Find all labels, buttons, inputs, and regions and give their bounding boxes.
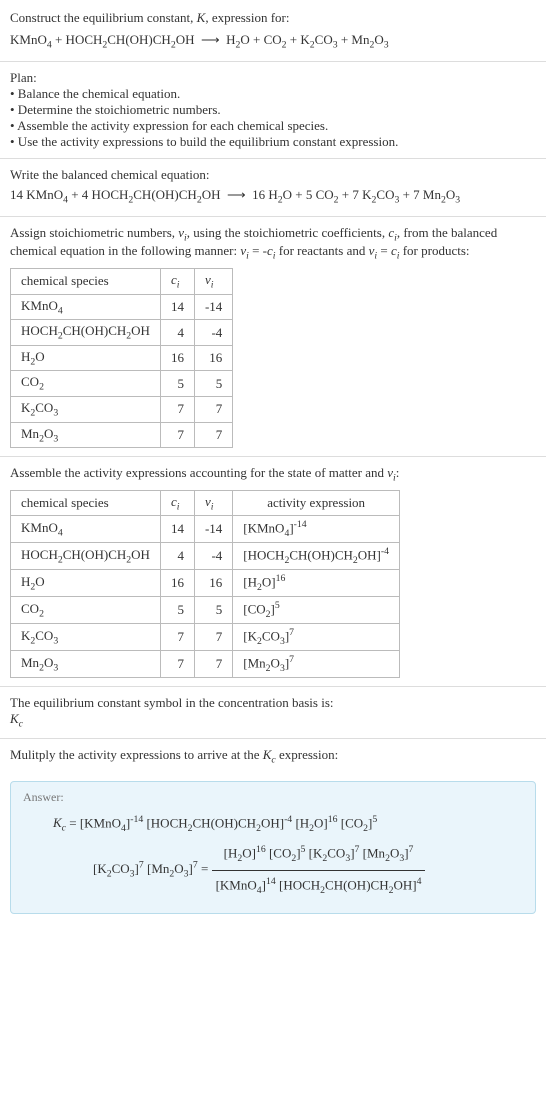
cell-activity: [KMnO4]-14 xyxy=(233,516,400,543)
table-header-row: chemical species ci νi xyxy=(11,269,233,295)
plan-bullet-2: • Determine the stoichiometric numbers. xyxy=(10,102,536,118)
cell-ci: 16 xyxy=(160,345,194,371)
cell-species: HOCH2CH(OH)CH2OH xyxy=(11,543,161,570)
cell-vi: -14 xyxy=(194,516,232,543)
cell-vi: 7 xyxy=(194,624,232,651)
cell-species: H2O xyxy=(11,345,161,371)
kc-symbol-line2: Kc xyxy=(10,711,536,730)
answer-numerator: [H2O]16 [CO2]5 [K2CO3]7 [Mn2O3]7 xyxy=(212,839,426,870)
table-row: CO255 xyxy=(11,371,233,397)
multiply-text: Mulitply the activity expressions to arr… xyxy=(10,747,536,766)
col-vi: νi xyxy=(194,269,232,295)
table-row: HOCH2CH(OH)CH2OH4-4[HOCH2CH(OH)CH2OH]-4 xyxy=(11,543,400,570)
cell-species: HOCH2CH(OH)CH2OH xyxy=(11,320,161,346)
cell-ci: 16 xyxy=(160,570,194,597)
answer-box: Answer: Kc = [KMnO4]-14 [HOCH2CH(OH)CH2O… xyxy=(10,781,536,914)
plan-section: Plan: • Balance the chemical equation. •… xyxy=(0,62,546,159)
cell-vi: 7 xyxy=(194,397,232,423)
answer-expression: Kc = [KMnO4]-14 [HOCH2CH(OH)CH2OH]-4 [H2… xyxy=(23,809,523,839)
cell-vi: 16 xyxy=(194,570,232,597)
cell-vi: 16 xyxy=(194,345,232,371)
plan-bullet-1: • Balance the chemical equation. xyxy=(10,86,536,102)
intro-equation: KMnO4 + HOCH2CH(OH)CH2OH ⟶ H2O + CO2 + K… xyxy=(10,30,536,53)
plan-bullet-4: • Use the activity expressions to build … xyxy=(10,134,536,150)
cell-vi: 5 xyxy=(194,597,232,624)
answer-fraction: [H2O]16 [CO2]5 [K2CO3]7 [Mn2O3]7 [KMnO4]… xyxy=(212,839,426,901)
table-row: HOCH2CH(OH)CH2OH4-4 xyxy=(11,320,233,346)
activity-table: chemical species ci νi activity expressi… xyxy=(10,490,400,678)
intro-line1: Construct the equilibrium constant, K, e… xyxy=(10,8,536,28)
table-row: K2CO377 xyxy=(11,397,233,423)
intro-section: Construct the equilibrium constant, K, e… xyxy=(0,0,546,62)
col-ci: ci xyxy=(160,490,194,516)
plan-bullet-3: • Assemble the activity expression for e… xyxy=(10,118,536,134)
assign-section: Assign stoichiometric numbers, νi, using… xyxy=(0,217,546,457)
col-vi: νi xyxy=(194,490,232,516)
assemble-section: Assemble the activity expressions accoun… xyxy=(0,457,546,687)
cell-ci: 5 xyxy=(160,371,194,397)
cell-activity: [H2O]16 xyxy=(233,570,400,597)
table-row: KMnO414-14[KMnO4]-14 xyxy=(11,516,400,543)
cell-species: KMnO4 xyxy=(11,294,161,320)
table-row: H2O1616 xyxy=(11,345,233,371)
kc-symbol-section: The equilibrium constant symbol in the c… xyxy=(0,687,546,739)
table-row: Mn2O377 xyxy=(11,422,233,448)
table-row: Mn2O377[Mn2O3]7 xyxy=(11,651,400,678)
stoich-table: chemical species ci νi KMnO414-14 HOCH2C… xyxy=(10,268,233,448)
assign-text: Assign stoichiometric numbers, νi, using… xyxy=(10,225,536,262)
col-activity: activity expression xyxy=(233,490,400,516)
kc-symbol-line1: The equilibrium constant symbol in the c… xyxy=(10,695,536,711)
cell-species: CO2 xyxy=(11,371,161,397)
cell-ci: 7 xyxy=(160,397,194,423)
table-row: K2CO377[K2CO3]7 xyxy=(11,624,400,651)
cell-species: K2CO3 xyxy=(11,397,161,423)
cell-vi: 5 xyxy=(194,371,232,397)
balanced-header: Write the balanced chemical equation: xyxy=(10,167,536,183)
col-species: chemical species xyxy=(11,490,161,516)
table-header-row: chemical species ci νi activity expressi… xyxy=(11,490,400,516)
cell-ci: 14 xyxy=(160,516,194,543)
cell-species: Mn2O3 xyxy=(11,651,161,678)
assemble-text: Assemble the activity expressions accoun… xyxy=(10,465,536,484)
cell-ci: 4 xyxy=(160,320,194,346)
answer-expression-cont: [K2CO3]7 [Mn2O3]7 = [H2O]16 [CO2]5 [K2CO… xyxy=(23,839,523,901)
cell-ci: 7 xyxy=(160,624,194,651)
cell-activity: [Mn2O3]7 xyxy=(233,651,400,678)
table-row: H2O1616[H2O]16 xyxy=(11,570,400,597)
cell-species: K2CO3 xyxy=(11,624,161,651)
cell-vi: 7 xyxy=(194,422,232,448)
table-row: CO255[CO2]5 xyxy=(11,597,400,624)
answer-denominator: [KMnO4]14 [HOCH2CH(OH)CH2OH]4 xyxy=(212,871,426,901)
cell-species: KMnO4 xyxy=(11,516,161,543)
cell-vi: 7 xyxy=(194,651,232,678)
balanced-equation: 14 KMnO4 + 4 HOCH2CH(OH)CH2OH ⟶ 16 H2O +… xyxy=(10,185,536,208)
answer-label: Answer: xyxy=(23,790,523,805)
cell-activity: [HOCH2CH(OH)CH2OH]-4 xyxy=(233,543,400,570)
cell-ci: 7 xyxy=(160,651,194,678)
col-ci: ci xyxy=(160,269,194,295)
cell-ci: 4 xyxy=(160,543,194,570)
multiply-section: Mulitply the activity expressions to arr… xyxy=(0,739,546,774)
cell-species: H2O xyxy=(11,570,161,597)
cell-activity: [K2CO3]7 xyxy=(233,624,400,651)
table-row: KMnO414-14 xyxy=(11,294,233,320)
cell-ci: 5 xyxy=(160,597,194,624)
cell-vi: -4 xyxy=(194,543,232,570)
balanced-section: Write the balanced chemical equation: 14… xyxy=(0,159,546,217)
plan-header: Plan: xyxy=(10,70,536,86)
cell-species: Mn2O3 xyxy=(11,422,161,448)
cell-vi: -4 xyxy=(194,320,232,346)
cell-activity: [CO2]5 xyxy=(233,597,400,624)
cell-species: CO2 xyxy=(11,597,161,624)
cell-ci: 7 xyxy=(160,422,194,448)
cell-vi: -14 xyxy=(194,294,232,320)
col-species: chemical species xyxy=(11,269,161,295)
cell-ci: 14 xyxy=(160,294,194,320)
